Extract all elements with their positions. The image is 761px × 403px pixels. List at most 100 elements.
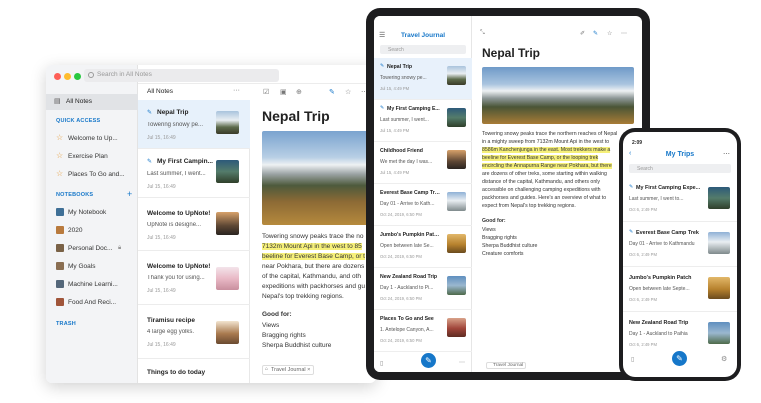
note-thumbnail	[216, 111, 239, 134]
note-title[interactable]: Nepal Trip	[262, 108, 330, 124]
pin-icon: ✎	[147, 110, 153, 116]
notebook-item[interactable]: Machine Learni...	[68, 281, 134, 288]
note-date: Oct 24, 2019, 6:50 PM	[380, 338, 422, 343]
body-line: Towering snowy peaks trace the northern …	[482, 131, 618, 137]
note-card[interactable]: ✎ Nepal Trip Towering snowy pe... Jul 15…	[374, 58, 472, 100]
pin-icon: ✎	[629, 229, 634, 235]
note-date: Oct 24, 2019, 6:50 PM	[380, 296, 422, 301]
status-time: 2:09	[632, 140, 643, 146]
body-line: beeline for Everest Base Camp, or the lo…	[482, 155, 599, 161]
pen-icon: ✎	[425, 356, 432, 365]
notebook-item[interactable]: Food And Reci...	[68, 299, 134, 306]
note-title: Jumbo's Pumpkin Patch	[629, 275, 692, 281]
notebooks-heading: NOTEBOOKS	[56, 192, 94, 198]
notebook-thumbnail	[56, 244, 64, 252]
more-icon[interactable]: ⋯	[723, 150, 730, 158]
star-icon: ☆	[56, 151, 64, 160]
tag-icon: ⌂	[265, 366, 269, 372]
pin-icon[interactable]: ✎	[593, 30, 598, 37]
notebook-item[interactable]: 2020	[68, 227, 134, 234]
note-card[interactable]: Tiramisu recipe 4 large egg yolks. Jul 1…	[138, 305, 250, 359]
notebook-item[interactable]: Personal Doc...	[68, 245, 114, 252]
note-card[interactable]: Childhood Friend We met the day I was...…	[374, 142, 472, 184]
note-title[interactable]: Nepal Trip	[482, 46, 540, 60]
expand-icon[interactable]: ⤡	[480, 30, 485, 37]
note-card[interactable]: Jumbo's Pumpkin Patch Open between late …	[374, 226, 472, 268]
add-icon[interactable]: ⊕	[296, 88, 302, 96]
body-line: in a mighty sweep from 7132m Mount Api i…	[482, 139, 610, 145]
new-note-button[interactable]: ✎	[421, 353, 436, 368]
quick-access-item[interactable]: Places To Go and...	[68, 171, 134, 178]
pen-icon: ✎	[676, 354, 683, 363]
sidebar-item-all-notes[interactable]: ▤ All Notes	[46, 94, 138, 110]
notebook-icon[interactable]: ▯	[631, 356, 634, 363]
tag-label: Travel Journal	[271, 367, 306, 373]
note-image	[262, 131, 376, 225]
note-card[interactable]: New Zealand Road Trip Day 1 - Auckland t…	[374, 268, 472, 310]
note-thumbnail	[708, 232, 730, 254]
body-line: near Pokhara, but there are dozens	[262, 263, 365, 270]
note-card[interactable]: Everest Base Camp Trek Day 01 - Arrive t…	[374, 184, 472, 226]
note-editor: ⤡ ✐ ✎ ☆ ⋯ Nepal Trip Towering snowy peak…	[472, 16, 642, 372]
checkbox-icon[interactable]: ☑	[263, 88, 269, 96]
good-for-heading: Good for:	[482, 218, 506, 224]
close-window-button[interactable]	[54, 73, 61, 80]
quick-access-item[interactable]: Welcome to Up...	[68, 135, 134, 142]
note-thumbnail	[216, 160, 239, 183]
note-preview: Day 1 - Auckland to Pi...	[380, 285, 434, 291]
note-thumbnail	[447, 108, 466, 127]
search-input[interactable]: Search in All Notes	[84, 69, 279, 82]
more-icon[interactable]: ⋯	[459, 359, 465, 366]
note-title: Tiramisu recipe	[147, 317, 195, 324]
note-card[interactable]: ✎ My First Camping Expe... Last summer, …	[623, 177, 737, 222]
tag-chip[interactable]: Travel Journal	[486, 362, 527, 369]
note-thumbnail	[447, 234, 466, 253]
more-icon[interactable]: ···	[233, 87, 240, 94]
notebook-icon[interactable]: ▯	[380, 360, 383, 367]
notebook-item[interactable]: My Notebook	[68, 209, 134, 216]
note-preview: Towering snowy pe...	[147, 122, 204, 128]
note-title: Everest Base Camp Trek	[380, 190, 440, 196]
note-date: Jul 15, 16:49	[147, 342, 176, 348]
note-list-header: All Notes ···	[138, 84, 250, 100]
image-icon[interactable]: ▣	[280, 88, 287, 96]
note-date: Jul 15, 16:49	[147, 235, 176, 241]
more-icon[interactable]: ⋯	[621, 30, 627, 37]
note-card[interactable]: Places To Go and See 1. Antelope Canyon,…	[374, 310, 472, 352]
note-card[interactable]: Jumbo's Pumpkin Patch Open between late …	[623, 267, 737, 312]
desktop-window: ▤ All Notes QUICK ACCESS ☆ Welcome to Up…	[46, 65, 376, 383]
note-card[interactable]: ✎ My First Camping E... Last summer, I w…	[374, 100, 472, 142]
star-icon[interactable]: ☆	[607, 30, 612, 37]
search-input[interactable]: Search	[380, 45, 466, 54]
note-date: Oct 24, 2019, 6:50 PM	[380, 212, 422, 217]
settings-icon[interactable]: ⚙	[721, 355, 727, 363]
note-card[interactable]: Welcome to UpNote! UpNote is designe... …	[138, 198, 250, 251]
note-preview: Open between late Septe...	[629, 286, 690, 292]
pin-icon[interactable]: ✎	[329, 88, 335, 96]
quick-access-item[interactable]: Exercise Plan	[68, 153, 134, 160]
note-thumbnail	[708, 322, 730, 344]
notebook-item[interactable]: My Goals	[68, 263, 134, 270]
body-line: encircling the Annapurna Range near Pokh…	[482, 163, 612, 169]
tag-chip[interactable]: ⌂ Travel Journal ×	[262, 365, 315, 375]
note-card[interactable]: ✎ My First Campin... Last summer, I went…	[138, 149, 250, 198]
add-notebook-button[interactable]: +	[127, 189, 132, 199]
minimize-window-button[interactable]	[64, 73, 71, 80]
note-date: Oct 6, 2:49 PM	[629, 207, 657, 212]
note-card[interactable]: ✎ Nepal Trip Towering snowy pe... Jul 15…	[138, 100, 250, 149]
body-line: distance of the capital, Kathmandu, and …	[482, 179, 600, 185]
note-title: My First Camping Expe...	[636, 185, 701, 191]
note-thumbnail	[216, 267, 239, 290]
search-input[interactable]: Search	[629, 164, 731, 173]
note-card[interactable]: Things to do today	[138, 359, 250, 383]
star-icon[interactable]: ☆	[345, 88, 351, 96]
note-card[interactable]: ✎ Everest Base Camp Trek Day 01 - Arrive…	[623, 222, 737, 267]
zoom-window-button[interactable]	[74, 73, 81, 80]
new-note-button[interactable]: ✎	[672, 351, 687, 366]
search-placeholder: Search in All Notes	[97, 71, 152, 78]
note-title: Childhood Friend	[380, 148, 423, 154]
note-card[interactable]: Welcome to UpNote! Thank you for using..…	[138, 251, 250, 305]
trash-item[interactable]: TRASH	[56, 321, 76, 327]
edit-icon[interactable]: ✐	[580, 30, 585, 37]
note-thumbnail	[447, 318, 466, 337]
